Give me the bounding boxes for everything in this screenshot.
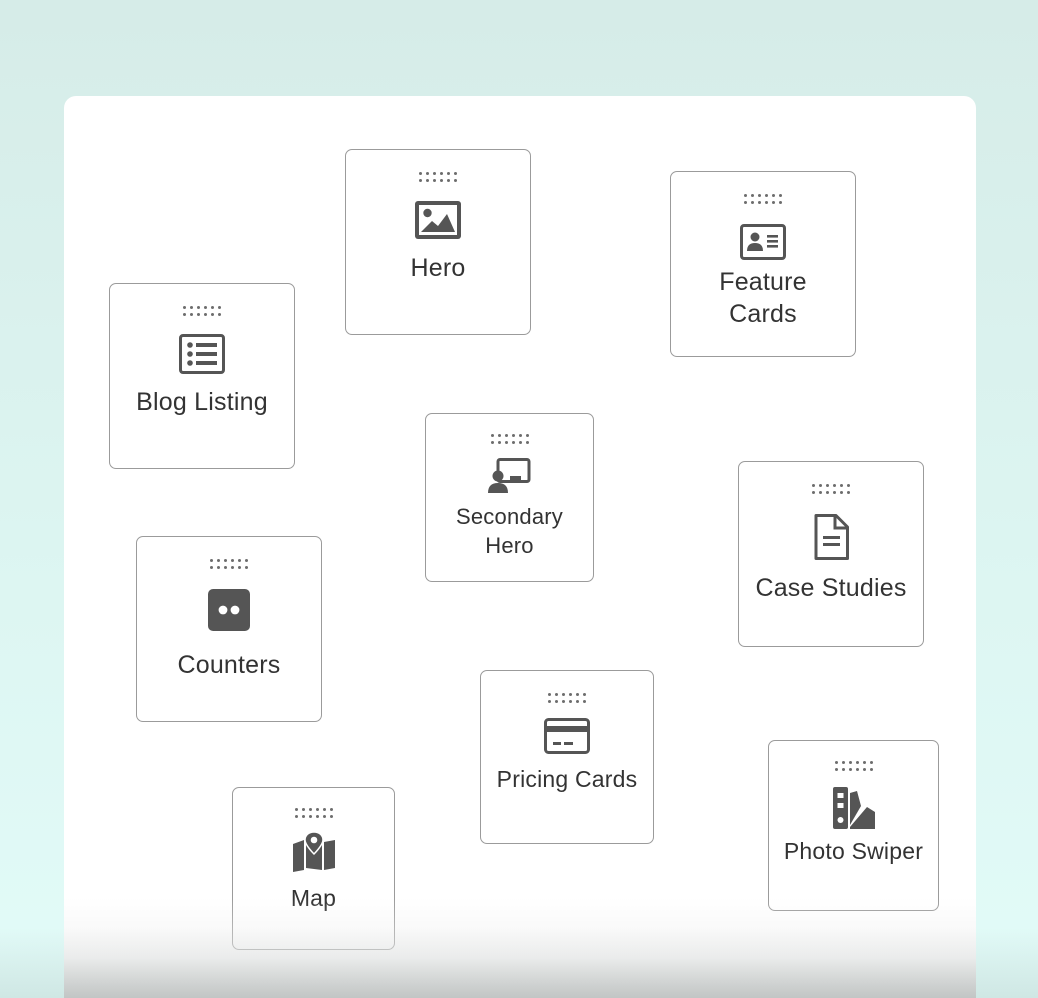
block-label: Case Studies — [755, 574, 907, 602]
block-label: Photo Swiper — [783, 838, 924, 864]
credit-card-icon — [544, 717, 590, 755]
drag-handle-icon[interactable] — [419, 172, 457, 182]
drag-handle-icon[interactable] — [834, 761, 873, 771]
drag-handle-icon[interactable] — [294, 808, 333, 818]
drag-handle-icon[interactable] — [548, 693, 586, 703]
block-blog-listing[interactable]: Blog Listing — [109, 283, 295, 469]
swatchbook-icon — [831, 787, 877, 829]
block-feature-cards[interactable]: Feature Cards — [670, 171, 856, 357]
bottom-fade — [64, 898, 976, 998]
counter-icon — [206, 589, 252, 631]
block-secondary-hero[interactable]: Secondary Hero — [425, 413, 594, 582]
block-case-studies[interactable]: Case Studies — [738, 461, 924, 647]
block-label: Secondary Hero — [456, 504, 563, 558]
drag-handle-icon[interactable] — [490, 434, 529, 444]
list-icon — [179, 334, 225, 374]
block-map[interactable]: Map — [232, 787, 395, 950]
drag-handle-icon[interactable] — [183, 306, 221, 316]
block-canvas: Hero Feature Cards Blog Listing Secondar… — [64, 96, 976, 998]
block-label: Map — [290, 885, 337, 911]
block-hero[interactable]: Hero — [345, 149, 531, 335]
block-label: Counters — [177, 651, 281, 679]
drag-handle-icon[interactable] — [210, 559, 248, 569]
block-label: Blog Listing — [136, 388, 268, 416]
document-icon — [808, 514, 854, 560]
block-label: Pricing Cards — [496, 766, 638, 792]
block-label: Feature Cards — [719, 268, 807, 328]
image-icon — [415, 200, 461, 240]
block-counters[interactable]: Counters — [136, 536, 322, 722]
drag-handle-icon[interactable] — [812, 484, 850, 494]
presenter-icon — [487, 458, 533, 494]
drag-handle-icon[interactable] — [744, 194, 782, 204]
block-label: Hero — [410, 254, 466, 282]
id-card-icon — [740, 222, 786, 262]
block-photo-swiper[interactable]: Photo Swiper — [768, 740, 939, 911]
block-pricing-cards[interactable]: Pricing Cards — [480, 670, 654, 844]
map-icon — [291, 832, 337, 872]
